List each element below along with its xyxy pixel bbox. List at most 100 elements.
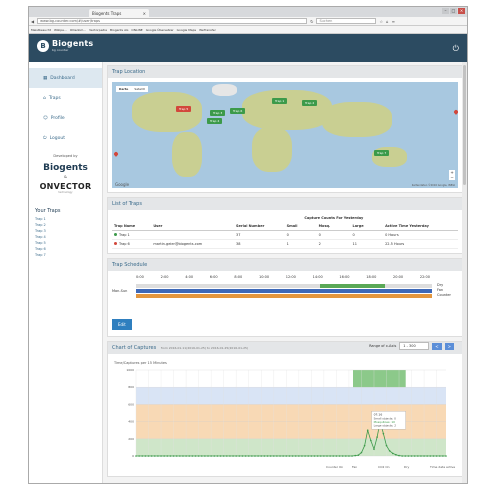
capture-counts-header: Capture Counts For Yesterday bbox=[304, 216, 364, 220]
tooltip-line: Large objects: 2 bbox=[374, 423, 397, 427]
browser-tab[interactable]: Biogents Traps × bbox=[89, 9, 149, 17]
back-icon[interactable]: ◀ bbox=[31, 19, 34, 24]
counter-row[interactable] bbox=[136, 294, 432, 298]
prev-range-button[interactable]: < bbox=[432, 342, 442, 350]
maximize-icon[interactable]: □ bbox=[450, 8, 457, 14]
data-point bbox=[319, 455, 322, 457]
table-row[interactable]: Trap 6 martin.geier@biogents.com 38 1 2 … bbox=[112, 239, 458, 249]
home-icon[interactable]: ⌂ bbox=[386, 19, 389, 24]
trap-name: Trap 1 bbox=[119, 233, 130, 237]
data-point bbox=[363, 444, 366, 447]
dry-active-block bbox=[319, 284, 385, 288]
data-point bbox=[348, 455, 350, 457]
sidebar-item-traps[interactable]: ⌂ Traps bbox=[29, 88, 102, 108]
zoom-out-icon[interactable]: − bbox=[449, 175, 455, 180]
dry-row[interactable] bbox=[136, 284, 432, 288]
data-point bbox=[141, 455, 144, 457]
col-small[interactable]: Small bbox=[284, 222, 317, 231]
developed-by-label: Developed by bbox=[53, 154, 78, 158]
bookmark-item[interactable]: Olliedom... bbox=[70, 28, 86, 32]
trap-schedule-panel: Trap Schedule 0:00 2:00 4:00 6:00 8:00 10:00 1… bbox=[107, 258, 463, 337]
data-point bbox=[423, 455, 425, 457]
data-point bbox=[360, 451, 363, 454]
col-mosq[interactable]: Mosq. bbox=[316, 222, 351, 231]
map-attribution: Kartendaten ©2016 Google, INEGI bbox=[411, 184, 455, 187]
close-window-icon[interactable]: × bbox=[458, 8, 465, 14]
status-dot-icon bbox=[114, 242, 117, 245]
y-tick-label: 600 bbox=[128, 402, 134, 406]
table-row[interactable]: Trap 1 37 0 0 0 0 Hours bbox=[112, 230, 458, 240]
bookmark-item[interactable]: Meistbesucht bbox=[31, 28, 51, 32]
map-pin-icon[interactable] bbox=[453, 109, 458, 115]
brand-sub: bg counter bbox=[52, 48, 69, 52]
onvector-logo: ONVECTOR bbox=[39, 182, 92, 191]
bookmark-item[interactable]: Google Maps bbox=[177, 28, 196, 32]
main-content: Trap Location Karte Satellit Trap 5 Trap… bbox=[107, 65, 463, 481]
map-marker-trap-5[interactable]: Trap 5 bbox=[176, 106, 192, 112]
data-point bbox=[279, 455, 281, 457]
next-range-button[interactable]: > bbox=[444, 342, 454, 350]
edit-schedule-button[interactable]: Edit bbox=[112, 319, 132, 330]
panel-title: List of Traps bbox=[108, 198, 462, 210]
sidebar-item-dashboard[interactable]: ▦ Dashboard bbox=[29, 68, 102, 88]
world-map[interactable]: Karte Satellit Trap 5 Trap 1 Trap 2 Trap… bbox=[112, 82, 458, 188]
data-point bbox=[432, 455, 435, 457]
map-marker-trap-1[interactable]: Trap 1 bbox=[272, 98, 288, 104]
map-pin-icon[interactable] bbox=[113, 151, 119, 157]
data-point bbox=[373, 448, 375, 450]
data-point bbox=[313, 455, 316, 457]
data-point bbox=[179, 455, 181, 457]
map-type-karte[interactable]: Karte bbox=[116, 86, 131, 92]
logout-icon: ⏻ bbox=[43, 136, 47, 141]
brand-logo[interactable]: B Biogents bg counter bbox=[37, 39, 93, 52]
data-point bbox=[204, 455, 206, 457]
data-point bbox=[175, 455, 178, 457]
captures-svg[interactable]: Time/Captures per 15 Minutes 0 200 400 600 80… bbox=[112, 358, 460, 470]
map-marker-trap-4[interactable]: Trap 4 bbox=[207, 118, 223, 124]
data-point bbox=[445, 455, 447, 457]
data-point bbox=[200, 455, 203, 457]
data-point bbox=[197, 455, 200, 457]
minimize-icon[interactable]: – bbox=[442, 8, 449, 14]
data-point bbox=[244, 455, 247, 457]
map-marker-trap-7[interactable]: Trap 7 bbox=[374, 150, 390, 156]
map-type-satellit[interactable]: Satellit bbox=[131, 86, 147, 92]
fan-row[interactable] bbox=[136, 289, 432, 293]
address-input[interactable]: www.bg-counter.com/#/user/traps bbox=[37, 18, 308, 24]
sidebar: ▦ Dashboard ⌂ Traps ☺ Profile ⏻ Logout D… bbox=[29, 62, 103, 483]
sidebar-item-profile[interactable]: ☺ Profile bbox=[29, 108, 102, 128]
browser-search-input[interactable]: Suchen bbox=[316, 18, 377, 24]
bookmark-item[interactable]: Wikipe... bbox=[54, 28, 67, 32]
range-select[interactable]: 1 - 300 bbox=[399, 342, 430, 350]
trap-user: martin.geier@biogents.com bbox=[151, 239, 235, 249]
chart-subtitle: from 2016-01-11(2016-01-25) to 2016-01-2… bbox=[160, 346, 249, 350]
close-tab-icon[interactable]: × bbox=[143, 11, 146, 16]
map-marker-trap-6[interactable]: Trap 6 bbox=[230, 108, 246, 114]
data-point bbox=[426, 455, 429, 457]
col-large[interactable]: Large bbox=[350, 222, 384, 231]
data-point bbox=[191, 455, 194, 457]
map-marker-trap-2[interactable]: Trap 2 bbox=[302, 100, 318, 106]
star-icon[interactable]: ☆ bbox=[379, 19, 383, 24]
col-active-time[interactable]: Active Time Yesterday bbox=[383, 222, 458, 231]
data-point bbox=[382, 432, 385, 435]
biogents-logo: Biogents bbox=[43, 163, 88, 173]
bookmark-item[interactable]: Vectorpedia bbox=[89, 28, 107, 32]
trap-link[interactable]: Trap 7 bbox=[35, 253, 102, 259]
col-trap-name[interactable]: Trap Name bbox=[112, 222, 152, 231]
power-icon[interactable]: ⏻ bbox=[453, 44, 459, 54]
reload-icon[interactable]: ↻ bbox=[310, 19, 313, 24]
bookmark-item[interactable]: WeTransfer bbox=[199, 28, 216, 32]
bookmark-item[interactable]: Google Übersetzer bbox=[146, 28, 174, 32]
bookmark-item[interactable]: Biogents AG bbox=[110, 28, 128, 32]
col-serial[interactable]: Serial Number bbox=[234, 222, 285, 231]
data-point bbox=[388, 450, 391, 452]
data-point bbox=[229, 455, 231, 457]
bookmark-item[interactable]: ONLINE bbox=[131, 28, 142, 32]
scrollbar-thumb[interactable] bbox=[463, 65, 466, 185]
menu-icon[interactable]: ≡ bbox=[392, 19, 395, 24]
band-small-objects bbox=[136, 387, 446, 405]
sidebar-item-logout[interactable]: ⏻ Logout bbox=[29, 128, 102, 148]
col-user[interactable]: User bbox=[151, 222, 235, 231]
map-marker-trap-3[interactable]: Trap 3 bbox=[210, 110, 226, 116]
